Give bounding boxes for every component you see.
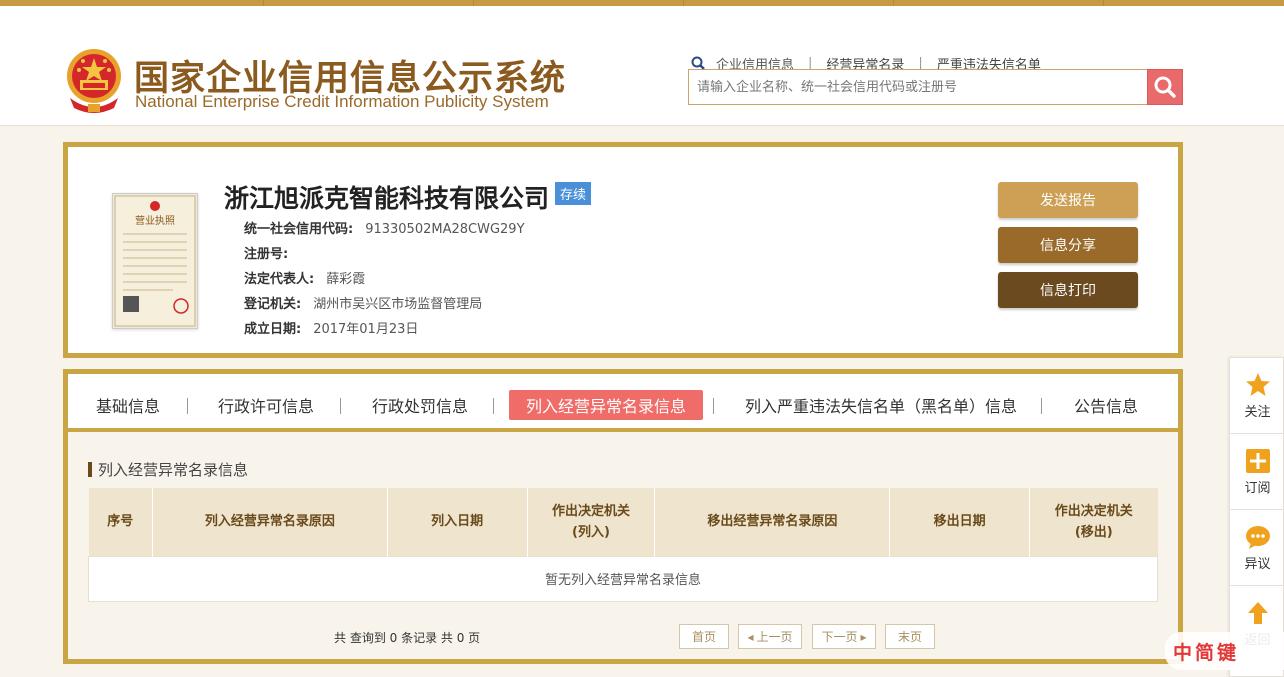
abnormal-list-table: 序号 列入经营异常名录原因 列入日期 作出决定机关 (列入) 移出经营异常名录原因… xyxy=(88,488,1158,602)
side-item-label: 关注 xyxy=(1244,404,1271,420)
watermark-logo: 中简键 xyxy=(1165,632,1284,670)
pager-last-button[interactable]: 末页 xyxy=(885,624,935,649)
chat-bubble-icon xyxy=(1245,525,1270,549)
national-emblem-icon xyxy=(67,49,121,113)
tab-separator xyxy=(493,398,494,414)
subscribe-button[interactable]: 订阅 xyxy=(1230,434,1284,510)
status-badge: 存续 xyxy=(555,182,592,205)
info-label: 登记机关: xyxy=(244,297,302,312)
column-header: 作出决定机关 (移出) xyxy=(1029,488,1158,556)
share-info-button[interactable]: 信息分享 xyxy=(998,227,1138,263)
company-info-panel: 营业执照 浙江旭派克智能科技有限公司 存续 统一社会信用代码: 91330502M… xyxy=(63,142,1183,358)
table-header-row: 序号 列入经营异常名录原因 列入日期 作出决定机关 (列入) 移出经营异常名录原因… xyxy=(88,488,1158,556)
column-header: 移出日期 xyxy=(889,488,1031,556)
info-label: 成立日期: xyxy=(244,322,302,337)
pager-next-button[interactable]: 下一页 ▸ xyxy=(812,624,876,649)
info-row-established: 成立日期: 2017年01月23日 xyxy=(244,318,418,337)
tab-announcements[interactable]: 公告信息 xyxy=(1068,390,1144,420)
tab-admin-license[interactable]: 行政许可信息 xyxy=(214,390,318,420)
info-value: 2017年01月23日 xyxy=(313,322,419,337)
detail-panel: 基础信息 行政许可信息 行政处罚信息 列入经营异常名录信息 列入严重违法失信名单… xyxy=(63,369,1183,664)
pager-summary: 共 查询到 0 条记录 共 0 页 xyxy=(334,631,481,645)
info-value: 91330502MA28CWG29Y xyxy=(365,222,525,237)
info-label: 统一社会信用代码: xyxy=(244,222,354,237)
section-marker xyxy=(88,462,92,477)
search-box xyxy=(688,69,1148,105)
tab-bar: 基础信息 行政许可信息 行政处罚信息 列入经营异常名录信息 列入严重违法失信名单… xyxy=(68,374,1178,432)
info-row-legal-rep: 法定代表人: 薛彩霞 xyxy=(244,268,365,287)
column-header: 序号 xyxy=(88,488,153,556)
info-label: 注册号: xyxy=(244,247,289,262)
tab-admin-penalty[interactable]: 行政处罚信息 xyxy=(368,390,472,420)
table-row: 暂无列入经营异常名录信息 xyxy=(88,555,1158,602)
info-value: 薛彩霞 xyxy=(326,272,366,287)
tab-separator xyxy=(1041,398,1042,414)
info-row-credit-code: 统一社会信用代码: 91330502MA28CWG29Y xyxy=(244,218,525,237)
side-item-label: 订阅 xyxy=(1244,480,1271,496)
side-toolbar: 关注 订阅 异议 返回 xyxy=(1229,357,1284,677)
side-item-label: 异议 xyxy=(1244,556,1271,572)
send-report-button[interactable]: 发送报告 xyxy=(998,182,1138,218)
pager-prev-button[interactable]: ◂ 上一页 xyxy=(738,624,802,649)
empty-message: 暂无列入经营异常名录信息 xyxy=(88,555,1158,602)
column-header: 移出经营异常名录原因 xyxy=(654,488,891,556)
tab-separator xyxy=(713,398,714,414)
search-button[interactable] xyxy=(1147,69,1183,105)
section-heading: 列入经营异常名录信息 xyxy=(88,459,248,480)
company-name: 浙江旭派克智能科技有限公司 xyxy=(224,184,550,213)
column-header: 作出决定机关 (列入) xyxy=(527,488,656,556)
tab-separator xyxy=(187,398,188,414)
print-info-button[interactable]: 信息打印 xyxy=(998,272,1138,308)
tab-abnormal-list[interactable]: 列入经营异常名录信息 xyxy=(509,390,703,420)
info-value: 湖州市吴兴区市场监督管理局 xyxy=(313,297,483,312)
tab-basic-info[interactable]: 基础信息 xyxy=(88,390,168,420)
section-title: 列入经营异常名录信息 xyxy=(98,461,249,479)
next-arrow-icon: ▸ xyxy=(860,629,867,644)
follow-button[interactable]: 关注 xyxy=(1230,358,1284,434)
add-icon xyxy=(1245,448,1270,473)
license-illustration: 营业执照 xyxy=(114,195,196,327)
info-row-reg-number: 注册号: xyxy=(244,243,300,262)
arrow-up-icon xyxy=(1247,602,1268,624)
column-header: 列入经营异常名录原因 xyxy=(152,488,388,556)
objection-button[interactable]: 异议 xyxy=(1230,510,1284,586)
prev-arrow-icon: ◂ xyxy=(747,629,754,644)
info-label: 法定代表人: xyxy=(244,272,315,287)
search-input[interactable] xyxy=(689,70,1147,104)
column-header: 列入日期 xyxy=(387,488,528,556)
search-icon xyxy=(1154,76,1176,98)
star-icon xyxy=(1245,372,1270,396)
business-license-image[interactable]: 营业执照 xyxy=(112,193,198,329)
site-header: 国家企业信用信息公示系统 National Enterprise Credit … xyxy=(0,6,1284,126)
tab-separator xyxy=(340,398,341,414)
pager-first-button[interactable]: 首页 xyxy=(679,624,729,649)
site-title-en: National Enterprise Credit Information P… xyxy=(135,92,549,111)
license-label: 营业执照 xyxy=(135,214,175,227)
tab-blacklist[interactable]: 列入严重违法失信名单（黑名单）信息 xyxy=(736,390,1026,420)
info-row-reg-authority: 登记机关: 湖州市吴兴区市场监督管理局 xyxy=(244,293,482,312)
